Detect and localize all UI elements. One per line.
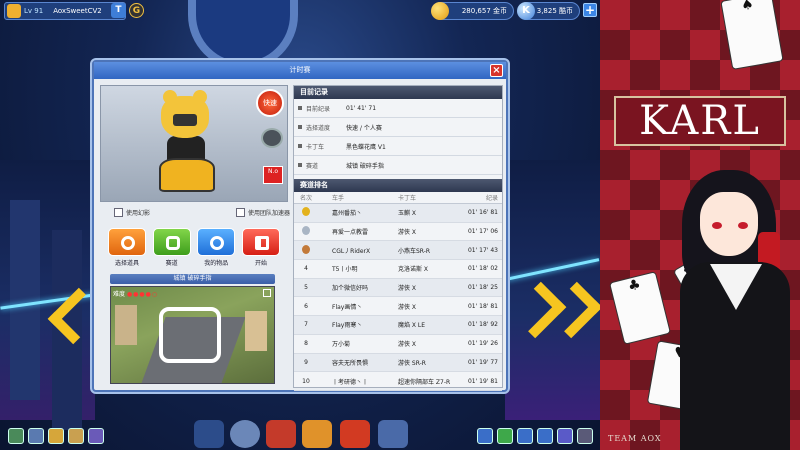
table-row[interactable]: 4 T5丨小明 克洛诺斯 X 01' 18' 02: [294, 260, 502, 279]
toolbox-icon[interactable]: [340, 420, 370, 448]
character-eye: [712, 222, 722, 229]
table-row[interactable]: 10 丨考研德丶丨 超速你隔部车 Z7-R 01' 19' 81: [294, 372, 502, 391]
kcoin-amount: 3,825 酷币: [536, 7, 573, 15]
gold-amount: 280,657 金币: [461, 7, 507, 15]
player-profile[interactable]: Lv 91 AoxSweetCV2: [4, 2, 126, 20]
playing-card: ♣: [608, 271, 672, 345]
ghost-checkbox[interactable]: [114, 208, 123, 217]
difficulty: 难度 ●●●●○: [113, 291, 159, 298]
dialog-title-bar: 计时赛 ×: [94, 62, 506, 79]
current-record-header: 目前记录: [294, 86, 502, 99]
record-row: 目前纪录 01' 41' 71: [294, 99, 502, 118]
table-row[interactable]: 6 Flay画情丶 游侠 X 01' 18' 81: [294, 297, 502, 317]
help-icon[interactable]: [88, 428, 104, 444]
dialog-title: 计时赛: [289, 66, 311, 74]
no-number-icon[interactable]: N.o: [263, 166, 283, 184]
home-icon[interactable]: [28, 428, 44, 444]
table-row[interactable]: 8 万小菊 游侠 X 01' 19' 26: [294, 335, 502, 354]
top-bar: Lv 91 AoxSweetCV2 T G 280,657 金币 K 3,825…: [0, 0, 600, 22]
action-buttons: 选择道具 赛道 我的物品 开始: [108, 228, 280, 267]
kart-preview: 快速 N.o: [100, 85, 288, 202]
track-thumbnail[interactable]: 难度 ●●●●○: [110, 286, 275, 384]
track-button[interactable]: 赛道: [152, 228, 191, 267]
gear-icon[interactable]: [577, 428, 593, 444]
kcoin-balance: K 3,825 酷币: [517, 2, 580, 20]
team-boost-checkbox[interactable]: [235, 208, 245, 217]
friends-icon[interactable]: [8, 428, 24, 444]
avatar: [7, 4, 21, 18]
garage-kart-icon[interactable]: [194, 420, 224, 448]
select-item-button[interactable]: 选择道具: [108, 228, 146, 267]
difficulty-stars: ●●●●○: [126, 291, 159, 298]
t-icon[interactable]: T: [111, 3, 126, 18]
track-map-icon: [159, 307, 221, 363]
ghost-option[interactable]: 使用幻影: [114, 208, 150, 217]
side-art-panel: ♠ ♣ ♥ ♣ KARL TEAM AOX: [600, 0, 800, 450]
building-graphic: [115, 305, 137, 345]
treasure-chest-icon[interactable]: [266, 420, 296, 448]
options-row: 使用幻影 使用团队加速器: [114, 208, 290, 217]
records-panel: 目前记录 目前纪录 01' 41' 71 选择道度 快速 / 个人赛 卡丁车 黑色蝶花…: [293, 85, 503, 391]
ranking-columns: 名次 车手 卡丁车 纪录: [294, 192, 502, 204]
ranking-list: 嘉州番茄丶 玉麒 X 01' 16' 81 再爱一点教雷 游侠 X 01' 17' 06…: [294, 204, 502, 391]
expand-icon[interactable]: [263, 289, 271, 297]
player-name: AoxSweetCV2: [53, 7, 102, 15]
search-icon[interactable]: [557, 428, 573, 444]
shop-icon[interactable]: [302, 420, 332, 448]
time-trial-dialog: 计时赛 × 快速 N.o 使用幻影 使用团队加速器 选择道具 赛道 我的物品 开…: [92, 60, 508, 392]
close-button[interactable]: ×: [490, 64, 503, 77]
speedometer-icon[interactable]: [230, 420, 260, 448]
mail-icon[interactable]: [48, 428, 64, 444]
table-row[interactable]: 嘉州番茄丶 玉麒 X 01' 16' 81: [294, 204, 502, 223]
track-ranking-header: 赛道排名: [294, 179, 502, 192]
window-icon[interactable]: [537, 428, 553, 444]
table-row[interactable]: CGL丿RiderX 小燕车SR-R 01' 17' 43: [294, 241, 502, 261]
calendar-icon[interactable]: [517, 428, 533, 444]
add-kcoin-button[interactable]: +: [583, 3, 597, 17]
track-icon: [152, 228, 191, 256]
g-icon[interactable]: G: [129, 3, 144, 18]
play-icon: [241, 228, 280, 256]
bronze-medal-icon: [302, 244, 310, 254]
character-face: [700, 192, 758, 256]
track-name-bar: 城镇 破碎手指: [110, 274, 275, 284]
speed-mode-button[interactable]: 快速: [256, 89, 284, 117]
tower-icon[interactable]: [378, 420, 408, 448]
target-icon: [108, 228, 146, 256]
table-row[interactable]: 7 Flay雨寒丶 魔焰 X LE 01' 18' 92: [294, 316, 502, 335]
record-row: 卡丁车 黑色蝶花鹰 V1: [294, 137, 502, 156]
alert-icon[interactable]: [497, 428, 513, 444]
clock-icon[interactable]: [477, 428, 493, 444]
table-row[interactable]: 再爱一点教雷 游侠 X 01' 17' 06: [294, 223, 502, 242]
gold-coin-icon: [431, 2, 449, 20]
silver-medal-icon: [302, 226, 310, 236]
character-eye: [738, 222, 748, 229]
character-head: [161, 90, 209, 138]
table-row[interactable]: 9 容夫无所畏惧 游侠 SR-R 01' 19' 77: [294, 353, 502, 373]
gold-balance: 280,657 金币: [431, 2, 514, 20]
start-button[interactable]: 开始: [241, 228, 280, 267]
my-items-button[interactable]: 我的物品: [197, 228, 236, 267]
kart-bike: [159, 158, 215, 192]
helmet-icon[interactable]: [261, 128, 283, 148]
team-label: TEAM AOX: [608, 434, 662, 443]
gold-medal-icon: [302, 207, 310, 217]
bottom-bar: [0, 420, 600, 450]
record-row: 选择道度 快速 / 个人赛: [294, 118, 502, 137]
bag-icon[interactable]: [68, 428, 84, 444]
team-boost-option[interactable]: 使用团队加速器: [235, 208, 290, 217]
goggles-icon: [197, 228, 236, 256]
player-level: Lv 91: [24, 7, 44, 15]
kcoin-icon: K: [517, 2, 535, 20]
karl-logo: KARL: [614, 96, 786, 146]
playing-card: ♠: [720, 0, 784, 70]
record-row: 赛道 城镇 破碎手指: [294, 156, 502, 175]
table-row[interactable]: 5 加个微信好吗 游侠 X 01' 18' 25: [294, 278, 502, 298]
